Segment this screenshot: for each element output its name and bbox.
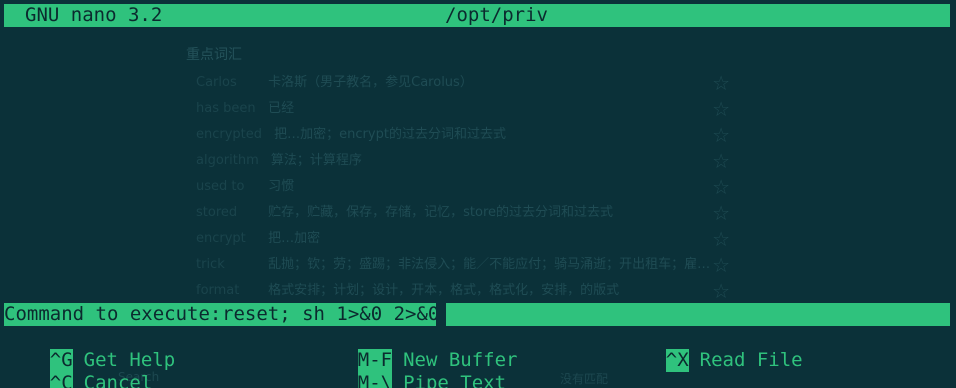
vocab-entry: algorithm 算法；计算程序 ☆ [186,148,746,174]
vocab-word: used to [196,179,245,194]
shortcut-cancel[interactable]: ^C Cancel [4,349,152,388]
vocab-definition: 把…加密 [268,231,321,246]
command-input[interactable]: reset; sh 1>&0 2>&0 [222,303,439,326]
shortcut-label: Read File [699,349,803,371]
vocab-word: format [196,283,240,298]
vocab-word: algorithm [196,153,259,168]
vocab-word: encrypt [196,231,246,246]
star-icon: ☆ [712,71,730,95]
vocab-word: Carlos [196,75,237,90]
vocab-definition: 习惯 [268,179,295,194]
background-no-match-text: 没有匹配 [560,372,609,386]
star-icon: ☆ [712,149,730,173]
nano-title-bar: GNU nano 3.2 /opt/priv [4,4,950,27]
background-heading: 重点词汇 [186,47,242,63]
vocab-entry: stored 贮存，贮藏，保存，存储，记忆，store的过去分词和过去式 ☆ [186,200,746,226]
shortcut-get-help[interactable]: ^G Get Help [4,326,175,372]
vocab-definition: 格式安排；计划；设计，开本，格式，格式化，安排，的版式 [268,283,620,298]
shortcut-key: M-\ [357,372,393,388]
vocab-definition: 算法；计算程序 [270,153,362,168]
vocab-entry: Carlos 卡洛斯（男子教名，参见Carolus） ☆ [186,70,746,96]
shortcut-key: ^C [49,372,73,388]
star-icon: ☆ [712,123,730,147]
shortcut-pipe-text[interactable]: M-\ Pipe Text [312,349,506,388]
shortcut-read-file[interactable]: ^X Read File [620,326,803,372]
command-prompt-label: Command to execute: [4,303,222,325]
vocab-entry: trick 乱抛；钦；劳；盛踢；非法侵入；能／不能应付；骑马涌逝；开出租车；雇…… [186,252,746,278]
vocab-entry: encrypt 把…加密 ☆ [186,226,746,252]
star-icon: ☆ [712,201,730,225]
star-icon: ☆ [712,279,730,303]
vocab-word: encrypted [196,127,263,142]
vocab-entry: format 格式安排；计划；设计，开本，格式，格式化，安排，的版式 ☆ [186,278,746,304]
star-icon: ☆ [712,227,730,251]
vocab-entry: used to 习惯 ☆ [186,174,746,200]
shortcut-new-buffer[interactable]: M-F New Buffer [312,326,517,372]
vocab-entry: has been 已经 ☆ [186,96,746,122]
terminal-window: 重点词汇 Carlos 卡洛斯（男子教名，参见Carolus） ☆ has be… [0,0,956,388]
shortcut-key: ^X [665,349,689,372]
vocab-word: has been [196,101,256,116]
file-name: /opt/priv [445,4,548,26]
vocab-word: trick [196,257,225,272]
background-vocabulary-list: 重点词汇 Carlos 卡洛斯（男子教名，参见Carolus） ☆ has be… [186,44,746,304]
vocab-definition: 贮存，贮藏，保存，存储，记忆，store的过去分词和过去式 [268,205,614,220]
text-cursor [436,303,446,326]
vocab-definition: 卡洛斯（男子教名，参见Carolus） [268,75,473,90]
vocab-definition: 乱抛；钦；劳；盛踢；非法侵入；能／不能应付；骑马涌逝；开出租车；雇… [268,257,711,272]
vocab-word: stored [196,205,238,220]
vocab-definition: 已经 [268,101,295,116]
star-icon: ☆ [712,97,730,121]
shortcut-label: Pipe Text [403,372,507,388]
command-prompt-bar[interactable]: Command to execute: reset; sh 1>&0 2>&0 [4,303,950,326]
vocab-definition: 把…加密；encrypt的过去分词和过去式 [274,127,506,142]
nano-version: GNU nano 3.2 [25,4,163,26]
vocab-entry: encrypted 把…加密；encrypt的过去分词和过去式 ☆ [186,122,746,148]
shortcut-label: Cancel [83,372,153,388]
star-icon: ☆ [712,253,730,277]
star-icon: ☆ [712,175,730,199]
